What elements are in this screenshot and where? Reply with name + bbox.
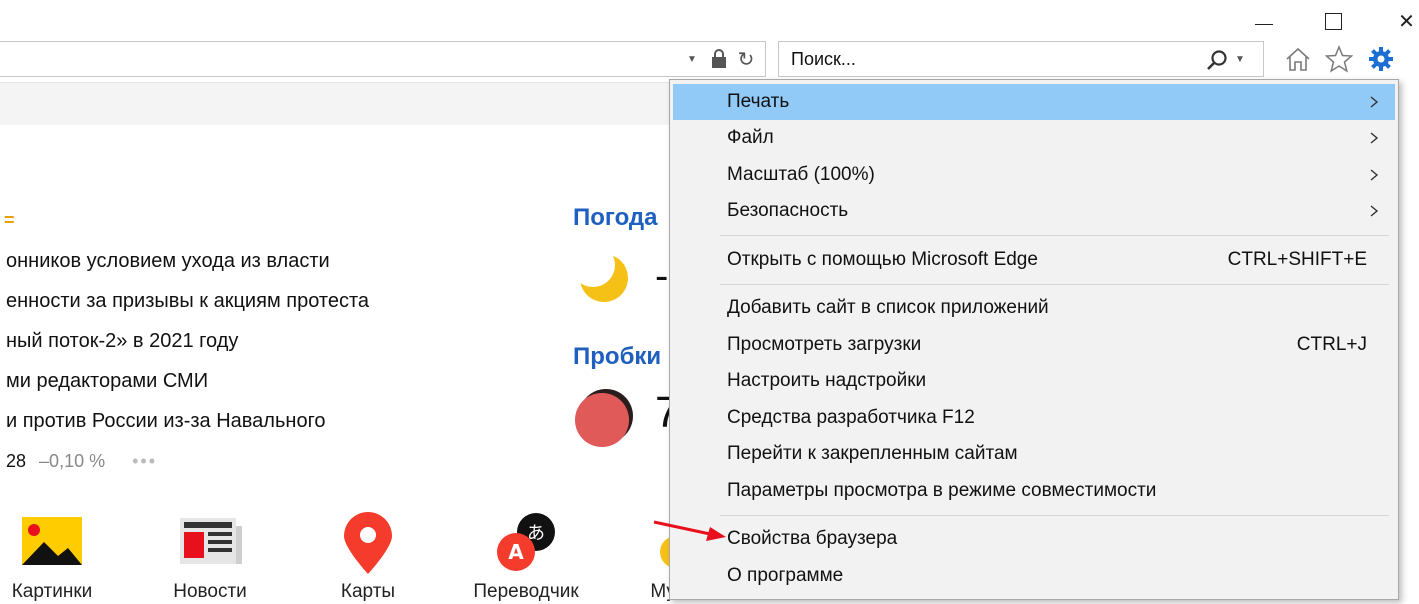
close-icon: ✕: [1398, 10, 1415, 33]
chevron-right-icon: [1370, 96, 1379, 108]
tab-strip: [0, 82, 672, 125]
menu-item-zoom[interactable]: Масштаб (100%): [673, 157, 1395, 193]
menu-item-security[interactable]: Безопасность: [673, 193, 1395, 229]
menu-item-label: Средства разработчика F12: [727, 407, 975, 428]
search-dropdown-icon[interactable]: ▼: [1235, 54, 1245, 65]
menu-item-label: Параметры просмотра в режиме совместимос…: [727, 480, 1157, 501]
moon-icon: [574, 248, 628, 302]
news-headline[interactable]: енности за призывы к акциям протеста: [6, 290, 369, 313]
minimize-icon: [1255, 23, 1273, 25]
menu-item-label: Добавить сайт в список приложений: [727, 297, 1049, 318]
stock-change: –0,10 %: [39, 451, 106, 471]
svg-text:A: A: [508, 540, 524, 564]
menu-item-about[interactable]: О программе: [673, 558, 1395, 594]
refresh-icon[interactable]: ↻: [735, 46, 757, 72]
search-icon[interactable]: [1204, 47, 1230, 73]
menu-item-label: Перейти к закрепленным сайтам: [727, 443, 1018, 464]
menu-item-label: Настроить надстройки: [727, 370, 927, 391]
images-icon: [22, 517, 82, 565]
service-label: Картинки: [11, 581, 93, 602]
service-label: Карты: [340, 581, 396, 602]
menu-item-label: Безопасность: [727, 200, 849, 221]
minimize-button[interactable]: [1244, 6, 1284, 36]
menu-item-addons[interactable]: Настроить надстройки: [673, 363, 1395, 399]
chevron-right-icon: [1370, 132, 1379, 144]
news-headline[interactable]: и против России из-за Навального: [6, 410, 326, 433]
menu-item-label: Печать: [727, 91, 790, 112]
menu-item-shortcut: CTRL+J: [1296, 334, 1367, 355]
menu-separator: [720, 284, 1389, 285]
menu-separator: [720, 515, 1389, 516]
menu-item-label: Открыть с помощью Microsoft Edge: [727, 249, 1038, 270]
menu-item-compat-view[interactable]: Параметры просмотра в режиме совместимос…: [673, 473, 1395, 509]
address-bar[interactable]: [0, 41, 766, 77]
news-marker: =: [4, 210, 15, 230]
menu-item-label: Масштаб (100%): [727, 164, 875, 185]
menu-item-devtools[interactable]: Средства разработчика F12: [673, 400, 1395, 436]
menu-item-internet-options[interactable]: Свойства браузера: [673, 521, 1395, 557]
maximize-button[interactable]: [1313, 6, 1353, 36]
menu-item-print[interactable]: Печать: [673, 84, 1395, 120]
translate-icon: あ A: [497, 513, 555, 571]
weather-title[interactable]: Погода: [573, 204, 658, 232]
menu-item-label: Просмотреть загрузки: [727, 334, 922, 355]
maximize-icon: [1324, 12, 1342, 30]
more-icon[interactable]: •••: [132, 451, 157, 471]
search-box[interactable]: ▼: [778, 41, 1264, 77]
service-label: Переводчик: [473, 581, 579, 602]
gear-icon[interactable]: [1364, 43, 1398, 75]
lock-icon[interactable]: [708, 46, 730, 72]
chevron-right-icon: [1370, 205, 1379, 217]
menu-item-open-edge[interactable]: Открыть с помощью Microsoft Edge CTRL+SH…: [673, 242, 1395, 278]
traffic-icon: [575, 389, 633, 447]
menu-item-shortcut: CTRL+SHIFT+E: [1227, 249, 1367, 270]
menu-item-pinned-sites[interactable]: Перейти к закрепленным сайтам: [673, 436, 1395, 472]
home-icon[interactable]: [1281, 43, 1315, 75]
menu-item-label: О программе: [727, 565, 844, 586]
star-icon[interactable]: [1322, 43, 1356, 75]
news-icon: [180, 518, 242, 564]
menu-item-downloads[interactable]: Просмотреть загрузки CTRL+J: [673, 327, 1395, 363]
stock-value: 28: [6, 451, 27, 471]
news-headline[interactable]: онников условием ухода из власти: [6, 250, 330, 273]
weather-temperature: -: [655, 254, 669, 298]
service-label: Новости: [173, 581, 247, 602]
menu-item-add-site[interactable]: Добавить сайт в список приложений: [673, 290, 1395, 326]
news-headline[interactable]: ми редакторами СМИ: [6, 370, 208, 393]
traffic-title[interactable]: Пробки: [573, 343, 661, 371]
menu-item-label: Файл: [727, 127, 774, 148]
menu-item-file[interactable]: Файл: [673, 120, 1395, 156]
search-input[interactable]: [791, 42, 1191, 76]
chevron-down-icon[interactable]: ▼: [683, 46, 701, 72]
menu-item-label: Свойства браузера: [727, 528, 898, 549]
stock-row[interactable]: 28 –0,10 % •••: [6, 451, 157, 472]
news-headline[interactable]: ный поток-2» в 2021 году: [6, 330, 238, 353]
menu-separator: [720, 235, 1389, 236]
close-button[interactable]: ✕: [1394, 6, 1419, 36]
chevron-right-icon: [1370, 169, 1379, 181]
map-pin-icon: [344, 512, 392, 574]
tools-menu: Печать Файл Масштаб (100%) Безопасность …: [669, 79, 1399, 600]
red-arrow-annotation: [653, 520, 726, 541]
